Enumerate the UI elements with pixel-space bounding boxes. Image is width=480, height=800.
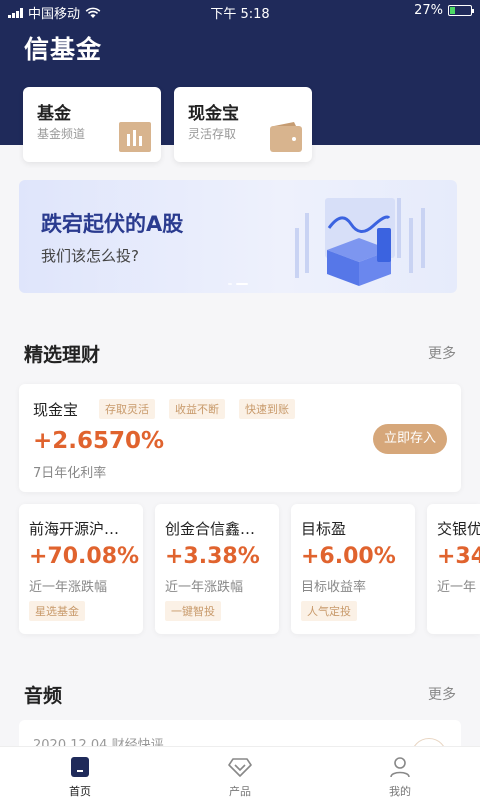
wallet-icon [270, 122, 302, 152]
fund-tag: 一键智投 [165, 601, 221, 621]
home-icon [71, 757, 89, 777]
fund-rate-label: 近一年涨跌幅 [29, 580, 108, 595]
bar-chart-icon [119, 122, 151, 152]
promo-banner[interactable]: 跌宕起伏的A股 我们该怎么投? [19, 180, 457, 293]
section-title-featured: 精选理财 [24, 344, 101, 366]
tab-label: 我的 [389, 785, 411, 798]
fund-tag: 星选基金 [29, 601, 85, 621]
product-tag: 快速到账 [239, 399, 295, 419]
fund-rate: +3.38% [165, 544, 260, 569]
product-tag: 存取灵活 [99, 399, 155, 419]
fund-rate-label: 近一年涨跌幅 [165, 580, 244, 595]
product-rate: +2.6570% [33, 428, 165, 454]
featured-more-link[interactable]: 更多 [428, 343, 456, 363]
carousel-dots[interactable] [19, 283, 457, 285]
status-bar: 中国移动 下午 5:18 27% [0, 0, 480, 22]
product-tag: 收益不断 [169, 399, 225, 419]
product-rate-label: 7日年化利率 [33, 466, 107, 481]
fund-rate: +6.00% [301, 544, 396, 569]
fund-card[interactable]: 前海开源沪… +70.08% 近一年涨跌幅 星选基金 [19, 504, 143, 634]
fund-rate-label: 目标收益率 [301, 580, 367, 595]
fund-name: 交银优 [437, 520, 480, 538]
deposit-button[interactable]: 立即存入 [373, 424, 447, 454]
fund-card[interactable]: 目标盈 +6.00% 目标收益率 人气定投 [291, 504, 415, 634]
audio-more-link[interactable]: 更多 [428, 684, 456, 704]
fund-rate-label: 近一年 [437, 580, 477, 595]
battery-percent: 27% [414, 3, 443, 18]
fund-rate: +34 [437, 544, 480, 569]
bottom-tab-bar: 首页 产品 我的 [0, 746, 480, 800]
fund-card[interactable]: 创金合信鑫… +3.38% 近一年涨跌幅 一键智投 [155, 504, 279, 634]
shortcut-fund[interactable]: 基金 基金频道 [23, 87, 161, 162]
shortcut-subtitle: 灵活存取 [188, 127, 237, 141]
shortcut-cash[interactable]: 现金宝 灵活存取 [174, 87, 312, 162]
stock-illustration-icon [295, 198, 425, 286]
banner-subtitle: 我们该怎么投? [41, 247, 139, 265]
featured-product-card[interactable]: 现金宝 存取灵活 收益不断 快速到账 +2.6570% 7日年化利率 立即存入 [19, 384, 461, 492]
fund-card[interactable]: 交银优 +34 近一年 [427, 504, 480, 634]
fund-rate: +70.08% [29, 544, 140, 569]
tab-label: 首页 [69, 785, 91, 798]
shortcut-title: 基金 [37, 104, 71, 124]
tab-profile[interactable]: 我的 [320, 747, 480, 800]
shortcut-subtitle: 基金频道 [37, 127, 86, 141]
app-title: 信基金 [24, 35, 103, 64]
section-title-audio: 音频 [24, 685, 63, 707]
tab-home[interactable]: 首页 [0, 747, 160, 800]
battery-icon [448, 5, 474, 16]
fund-name: 目标盈 [301, 520, 347, 538]
status-time: 下午 5:18 [210, 7, 270, 22]
fund-tag: 人气定投 [301, 601, 357, 621]
product-name: 现金宝 [33, 401, 79, 419]
shortcut-title: 现金宝 [188, 104, 239, 124]
fund-name: 前海开源沪… [29, 520, 120, 538]
fund-name: 创金合信鑫… [165, 520, 256, 538]
diamond-icon [228, 758, 252, 777]
banner-title: 跌宕起伏的A股 [41, 212, 184, 236]
user-icon [390, 757, 410, 778]
tab-label: 产品 [229, 785, 251, 798]
tab-products[interactable]: 产品 [160, 747, 320, 800]
